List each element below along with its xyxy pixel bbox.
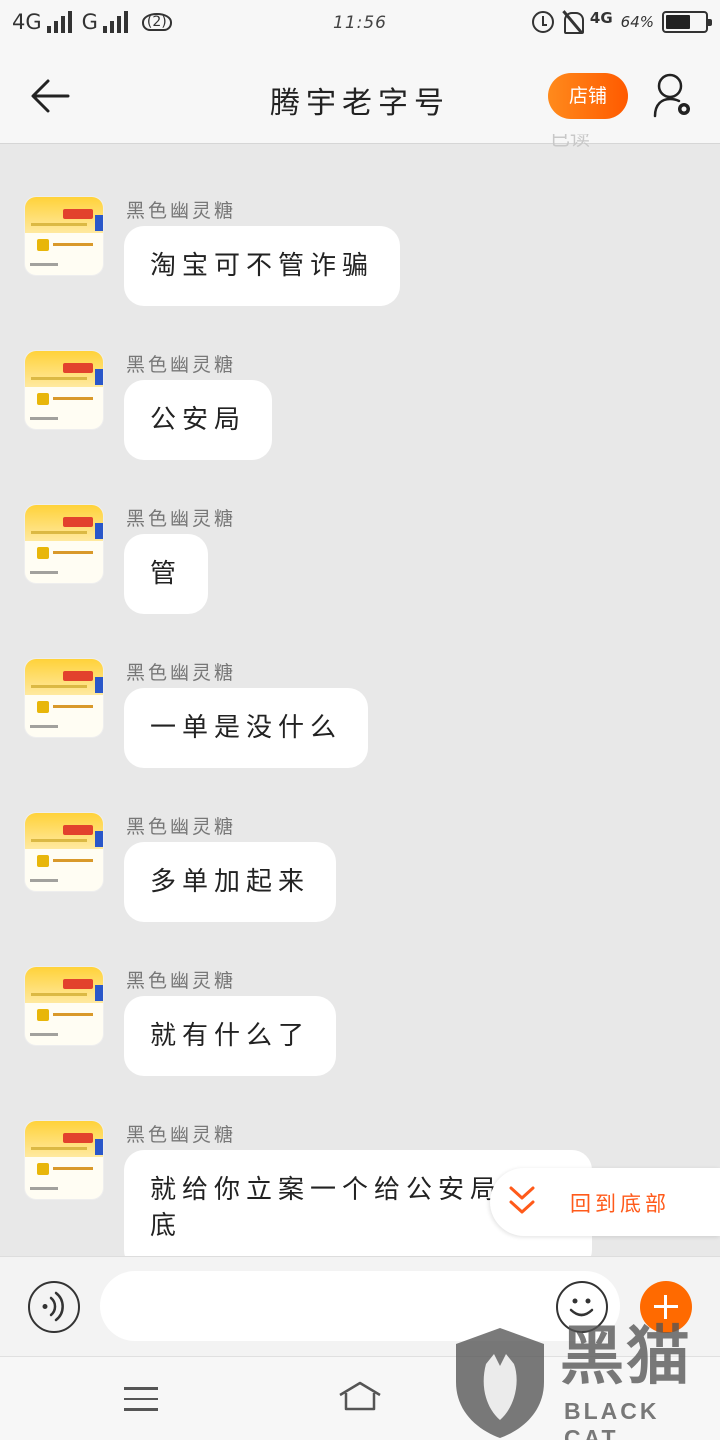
back-to-bottom-button[interactable]: 回到底部: [490, 1168, 720, 1236]
message-bubble[interactable]: 淘宝可不管诈骗: [124, 226, 401, 306]
menu-key-icon[interactable]: [124, 1387, 158, 1411]
avatar[interactable]: [24, 1120, 104, 1200]
cat-shield-logo-icon: [456, 1328, 544, 1438]
avatar[interactable]: [24, 350, 104, 430]
message-bubble[interactable]: 就有什么了: [124, 996, 337, 1076]
alarm-icon: [531, 11, 554, 33]
user-settings-icon: [653, 73, 690, 118]
sender-name: 黑色幽灵糖: [126, 200, 237, 222]
voice-icon: [42, 1291, 64, 1322]
avatar[interactable]: [24, 966, 104, 1046]
watermark-text: 黑猫: [560, 1320, 692, 1394]
read-status-peek: 已读: [550, 134, 590, 148]
network-type: 4G: [589, 9, 613, 27]
bell-off-icon: [562, 10, 584, 34]
home-icon: [339, 1381, 381, 1411]
battery-icon: [662, 11, 712, 33]
status-icons: 4G 64%: [531, 9, 712, 34]
voice-button[interactable]: [28, 1281, 80, 1333]
sender-name: 黑色幽灵糖: [126, 354, 237, 376]
shop-button[interactable]: 店铺: [548, 73, 628, 119]
avatar[interactable]: [24, 658, 104, 738]
back-to-bottom-label: 回到底部: [570, 1192, 670, 1216]
sender-name: 黑色幽灵糖: [126, 508, 237, 530]
watermark-subtext: BLACK CAT: [564, 1398, 660, 1440]
avatar[interactable]: [24, 196, 104, 276]
sender-name: 黑色幽灵糖: [126, 970, 237, 992]
message-bubble[interactable]: 公安局: [124, 380, 273, 460]
status-bar: 4G G (2) 11:56 4G 64%: [0, 0, 720, 50]
message-bubble[interactable]: 多单加起来: [124, 842, 337, 922]
sender-name: 黑色幽灵糖: [126, 1124, 237, 1146]
battery-fill: [666, 15, 691, 29]
black-cat-watermark: 黑猫 BLACK CAT: [450, 1318, 720, 1440]
message-bubble[interactable]: 管: [124, 534, 209, 614]
sender-name: 黑色幽灵糖: [126, 816, 237, 838]
battery-percent: 64%: [620, 13, 654, 31]
home-key-icon[interactable]: [336, 1379, 384, 1415]
avatar[interactable]: [24, 812, 104, 892]
double-chevron-down-icon: [509, 1186, 535, 1214]
title-bar: 腾宇老字号 店铺: [0, 50, 720, 144]
avatar[interactable]: [24, 504, 104, 584]
user-settings-button[interactable]: [652, 72, 694, 120]
message-bubble[interactable]: 一单是没什么: [124, 688, 369, 768]
sender-name: 黑色幽灵糖: [126, 662, 237, 684]
